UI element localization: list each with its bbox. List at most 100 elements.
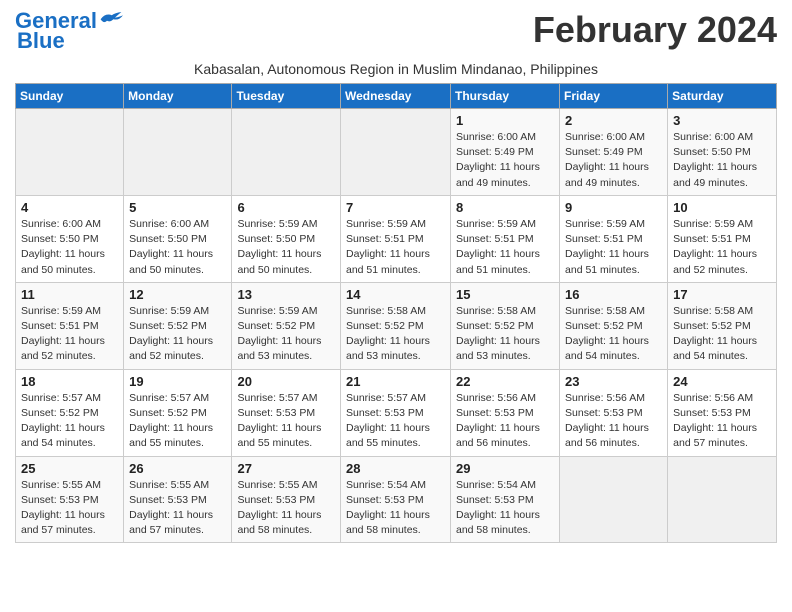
day-info: Sunrise: 5:58 AM Sunset: 5:52 PM Dayligh…	[346, 304, 445, 365]
day-header-sunday: Sunday	[16, 84, 124, 109]
calendar-cell: 17 Sunrise: 5:58 AM Sunset: 5:52 PM Dayli…	[668, 282, 777, 369]
day-info: Sunrise: 5:55 AM Sunset: 5:53 PM Dayligh…	[129, 478, 226, 539]
calendar-cell: 21 Sunrise: 5:57 AM Sunset: 5:53 PM Dayli…	[341, 369, 451, 456]
calendar-cell	[124, 109, 232, 196]
day-info: Sunrise: 5:58 AM Sunset: 5:52 PM Dayligh…	[456, 304, 554, 365]
calendar-cell: 14 Sunrise: 5:58 AM Sunset: 5:52 PM Dayli…	[341, 282, 451, 369]
day-info: Sunrise: 6:00 AM Sunset: 5:49 PM Dayligh…	[565, 130, 662, 191]
day-number: 1	[456, 113, 554, 128]
calendar-cell: 2Sunrise: 6:00 AM Sunset: 5:49 PM Daylig…	[560, 109, 668, 196]
calendar-cell: 16Sunrise: 5:58 AM Sunset: 5:52 PM Dayli…	[560, 282, 668, 369]
calendar-cell: 11 Sunrise: 5:59 AM Sunset: 5:51 PM Dayli…	[16, 282, 124, 369]
day-number: 23	[565, 374, 662, 389]
day-info: Sunrise: 5:59 AM Sunset: 5:51 PM Dayligh…	[565, 217, 662, 278]
day-number: 28	[346, 461, 445, 476]
day-number: 16	[565, 287, 662, 302]
day-number: 24	[673, 374, 771, 389]
day-info: Sunrise: 5:59 AM Sunset: 5:51 PM Dayligh…	[346, 217, 445, 278]
calendar-cell: 20 Sunrise: 5:57 AM Sunset: 5:53 PM Dayli…	[232, 369, 341, 456]
day-info: Sunrise: 6:00 AM Sunset: 5:50 PM Dayligh…	[129, 217, 226, 278]
day-info: Sunrise: 5:57 AM Sunset: 5:52 PM Dayligh…	[21, 391, 118, 452]
day-number: 9	[565, 200, 662, 215]
calendar-cell: 18 Sunrise: 5:57 AM Sunset: 5:52 PM Dayli…	[16, 369, 124, 456]
calendar-cell: 10Sunrise: 5:59 AM Sunset: 5:51 PM Dayli…	[668, 195, 777, 282]
week-row-4: 18 Sunrise: 5:57 AM Sunset: 5:52 PM Dayli…	[16, 369, 777, 456]
calendar-cell: 6Sunrise: 5:59 AM Sunset: 5:50 PM Daylig…	[232, 195, 341, 282]
calendar-cell: 29 Sunrise: 5:54 AM Sunset: 5:53 PM Dayli…	[451, 456, 560, 543]
calendar-cell: 1 Sunrise: 6:00 AM Sunset: 5:49 PM Daylig…	[451, 109, 560, 196]
day-info: Sunrise: 6:00 AM Sunset: 5:49 PM Dayligh…	[456, 130, 554, 191]
day-number: 14	[346, 287, 445, 302]
calendar-cell: 25 Sunrise: 5:55 AM Sunset: 5:53 PM Dayli…	[16, 456, 124, 543]
day-info: Sunrise: 5:55 AM Sunset: 5:53 PM Dayligh…	[21, 478, 118, 539]
day-info: Sunrise: 5:59 AM Sunset: 5:52 PM Dayligh…	[129, 304, 226, 365]
day-number: 18	[21, 374, 118, 389]
day-header-wednesday: Wednesday	[341, 84, 451, 109]
calendar-cell	[232, 109, 341, 196]
day-number: 11	[21, 287, 118, 302]
calendar-cell: 9 Sunrise: 5:59 AM Sunset: 5:51 PM Daylig…	[560, 195, 668, 282]
day-info: Sunrise: 6:00 AM Sunset: 5:50 PM Dayligh…	[21, 217, 118, 278]
day-number: 8	[456, 200, 554, 215]
day-info: Sunrise: 5:56 AM Sunset: 5:53 PM Dayligh…	[456, 391, 554, 452]
week-row-1: 1 Sunrise: 6:00 AM Sunset: 5:49 PM Daylig…	[16, 109, 777, 196]
calendar-cell: 3Sunrise: 6:00 AM Sunset: 5:50 PM Daylig…	[668, 109, 777, 196]
day-info: Sunrise: 5:59 AM Sunset: 5:51 PM Dayligh…	[456, 217, 554, 278]
day-info: Sunrise: 5:57 AM Sunset: 5:53 PM Dayligh…	[237, 391, 335, 452]
day-number: 29	[456, 461, 554, 476]
calendar-cell: 8 Sunrise: 5:59 AM Sunset: 5:51 PM Daylig…	[451, 195, 560, 282]
calendar-cell	[341, 109, 451, 196]
day-number: 19	[129, 374, 226, 389]
day-number: 17	[673, 287, 771, 302]
calendar-header-row: SundayMondayTuesdayWednesdayThursdayFrid…	[16, 84, 777, 109]
day-number: 4	[21, 200, 118, 215]
day-info: Sunrise: 5:56 AM Sunset: 5:53 PM Dayligh…	[673, 391, 771, 452]
calendar-cell: 26 Sunrise: 5:55 AM Sunset: 5:53 PM Dayli…	[124, 456, 232, 543]
month-title: February 2024	[533, 10, 777, 50]
day-info: Sunrise: 5:57 AM Sunset: 5:52 PM Dayligh…	[129, 391, 226, 452]
day-number: 6	[237, 200, 335, 215]
day-info: Sunrise: 5:54 AM Sunset: 5:53 PM Dayligh…	[456, 478, 554, 539]
day-number: 21	[346, 374, 445, 389]
logo-bird-icon	[99, 10, 123, 30]
calendar-cell	[668, 456, 777, 543]
calendar-cell: 7 Sunrise: 5:59 AM Sunset: 5:51 PM Daylig…	[341, 195, 451, 282]
week-row-2: 4 Sunrise: 6:00 AM Sunset: 5:50 PM Daylig…	[16, 195, 777, 282]
day-number: 13	[237, 287, 335, 302]
day-number: 25	[21, 461, 118, 476]
calendar-cell: 27Sunrise: 5:55 AM Sunset: 5:53 PM Dayli…	[232, 456, 341, 543]
week-row-5: 25 Sunrise: 5:55 AM Sunset: 5:53 PM Dayli…	[16, 456, 777, 543]
calendar-cell: 12 Sunrise: 5:59 AM Sunset: 5:52 PM Dayli…	[124, 282, 232, 369]
calendar-cell: 28Sunrise: 5:54 AM Sunset: 5:53 PM Dayli…	[341, 456, 451, 543]
day-number: 20	[237, 374, 335, 389]
calendar-table: SundayMondayTuesdayWednesdayThursdayFrid…	[15, 83, 777, 543]
title-section: February 2024	[533, 10, 777, 50]
day-info: Sunrise: 5:56 AM Sunset: 5:53 PM Dayligh…	[565, 391, 662, 452]
logo: General Blue	[15, 10, 123, 54]
calendar-cell: 13 Sunrise: 5:59 AM Sunset: 5:52 PM Dayli…	[232, 282, 341, 369]
day-number: 22	[456, 374, 554, 389]
day-info: Sunrise: 5:59 AM Sunset: 5:52 PM Dayligh…	[237, 304, 335, 365]
day-number: 12	[129, 287, 226, 302]
day-header-thursday: Thursday	[451, 84, 560, 109]
day-header-tuesday: Tuesday	[232, 84, 341, 109]
day-number: 3	[673, 113, 771, 128]
day-number: 10	[673, 200, 771, 215]
day-header-friday: Friday	[560, 84, 668, 109]
day-info: Sunrise: 5:57 AM Sunset: 5:53 PM Dayligh…	[346, 391, 445, 452]
day-number: 15	[456, 287, 554, 302]
location-subtitle: Kabasalan, Autonomous Region in Muslim M…	[15, 61, 777, 77]
calendar-cell: 5 Sunrise: 6:00 AM Sunset: 5:50 PM Daylig…	[124, 195, 232, 282]
day-info: Sunrise: 5:59 AM Sunset: 5:51 PM Dayligh…	[21, 304, 118, 365]
calendar-cell	[560, 456, 668, 543]
calendar-cell: 4 Sunrise: 6:00 AM Sunset: 5:50 PM Daylig…	[16, 195, 124, 282]
calendar-cell: 15 Sunrise: 5:58 AM Sunset: 5:52 PM Dayli…	[451, 282, 560, 369]
calendar-cell: 19 Sunrise: 5:57 AM Sunset: 5:52 PM Dayli…	[124, 369, 232, 456]
day-header-monday: Monday	[124, 84, 232, 109]
day-number: 5	[129, 200, 226, 215]
day-number: 7	[346, 200, 445, 215]
day-number: 26	[129, 461, 226, 476]
day-info: Sunrise: 5:58 AM Sunset: 5:52 PM Dayligh…	[673, 304, 771, 365]
day-number: 27	[237, 461, 335, 476]
day-header-saturday: Saturday	[668, 84, 777, 109]
